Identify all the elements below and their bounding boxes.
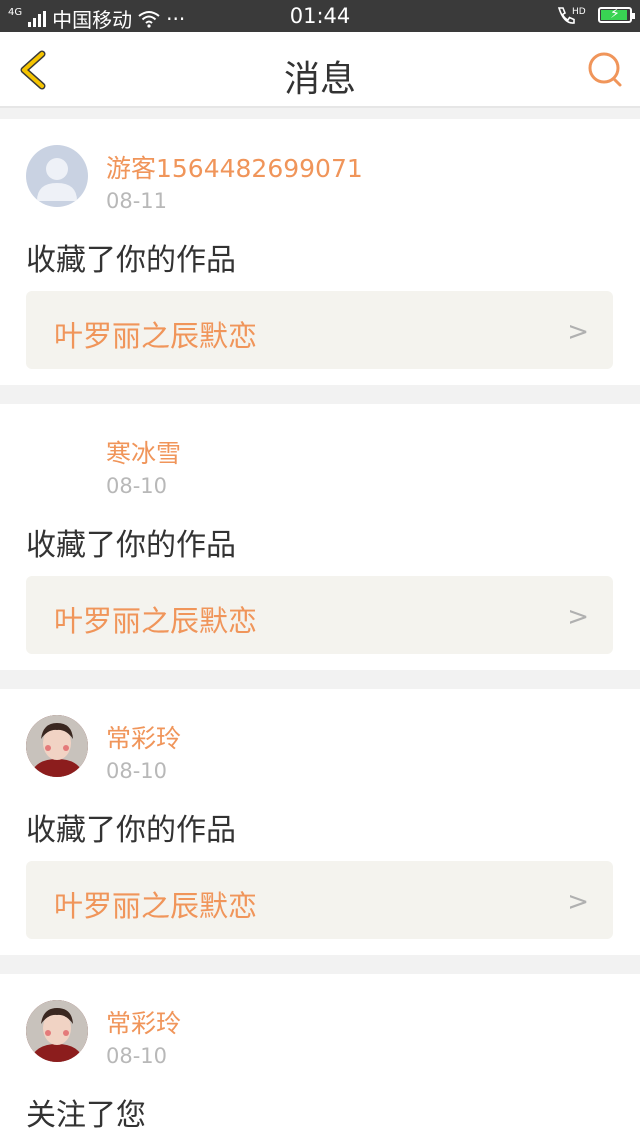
message-card: 游客1564482699071 08-11 收藏了你的作品 叶罗丽之辰默恋 > bbox=[0, 119, 640, 385]
chevron-right-icon: > bbox=[567, 317, 589, 347]
status-bar: 4G 中国移动 ··· 01:44 HD ⚡ bbox=[0, 0, 640, 32]
message-card: 寒冰雪 08-10 收藏了你的作品 叶罗丽之辰默恋 > bbox=[0, 404, 640, 670]
message-action: 关注了您 bbox=[26, 1098, 146, 1133]
work-title: 叶罗丽之辰默恋 bbox=[54, 319, 258, 353]
message-date: 08-10 bbox=[106, 1044, 168, 1068]
work-link[interactable]: 叶罗丽之辰默恋 > bbox=[26, 291, 613, 369]
message-action: 收藏了你的作品 bbox=[26, 243, 236, 278]
avatar[interactable] bbox=[26, 715, 88, 777]
default-avatar-icon bbox=[37, 158, 77, 201]
app-header: 消息 bbox=[0, 32, 640, 108]
work-title: 叶罗丽之辰默恋 bbox=[54, 604, 258, 638]
work-title: 叶罗丽之辰默恋 bbox=[54, 889, 258, 923]
search-icon[interactable] bbox=[586, 50, 626, 90]
message-action: 收藏了你的作品 bbox=[26, 528, 236, 563]
avatar[interactable] bbox=[26, 1000, 88, 1062]
message-action: 收藏了你的作品 bbox=[26, 813, 236, 848]
sender-name[interactable]: 常彩玲 bbox=[106, 719, 181, 755]
sender-name[interactable]: 常彩玲 bbox=[106, 1004, 181, 1040]
user-photo-icon bbox=[26, 1000, 88, 1062]
message-date: 08-11 bbox=[106, 189, 168, 213]
page-title: 消息 bbox=[283, 59, 356, 100]
message-date: 08-10 bbox=[106, 759, 168, 783]
message-card: 常彩玲 08-10 关注了您 bbox=[0, 974, 640, 1138]
svg-text:HD: HD bbox=[572, 7, 586, 17]
user-photo-icon bbox=[26, 715, 88, 777]
work-link[interactable]: 叶罗丽之辰默恋 > bbox=[26, 576, 613, 654]
battery-icon: ⚡ bbox=[598, 6, 635, 23]
clock: 01:44 bbox=[289, 4, 351, 28]
avatar[interactable] bbox=[26, 145, 88, 207]
hd-call-icon: HD bbox=[557, 7, 586, 24]
message-card: 常彩玲 08-10 收藏了你的作品 叶罗丽之辰默恋 > bbox=[0, 689, 640, 955]
chevron-right-icon: > bbox=[567, 602, 589, 632]
sender-name[interactable]: 游客1564482699071 bbox=[106, 149, 363, 185]
work-link[interactable]: 叶罗丽之辰默恋 > bbox=[26, 861, 613, 939]
status-right: HD ⚡ bbox=[556, 5, 635, 25]
chevron-right-icon: > bbox=[567, 887, 589, 917]
sender-name[interactable]: 寒冰雪 bbox=[106, 434, 181, 470]
message-date: 08-10 bbox=[106, 474, 168, 498]
